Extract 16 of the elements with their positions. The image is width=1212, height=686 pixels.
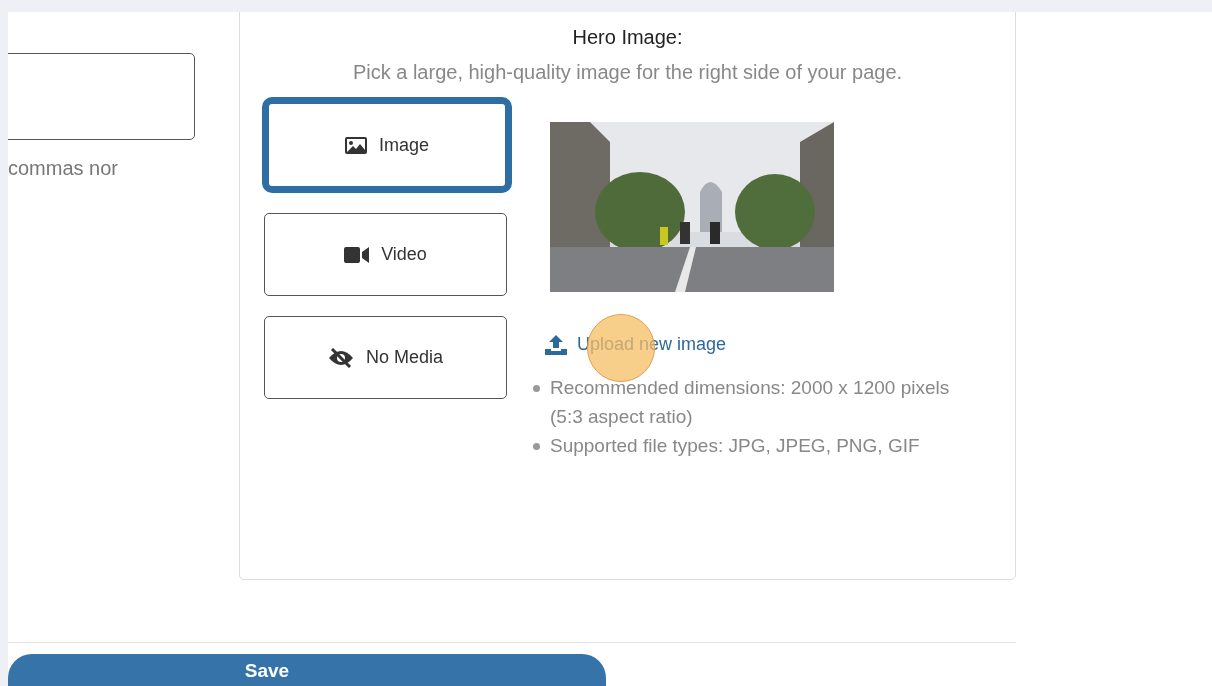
note-text: Recommended dimensions: 2000 x 1200 pixels (5:3 aspect ratio) bbox=[550, 376, 951, 429]
media-option[interactable]: Image bbox=[262, 97, 512, 193]
video-camera-icon bbox=[344, 246, 370, 263]
eye-slash-icon bbox=[327, 347, 354, 368]
section-subtitle: Pick a large, high-quality image for the right side of your page. bbox=[351, 61, 904, 84]
note-text: Supported file types: JPG, JPEG, PNG, GIF bbox=[550, 434, 920, 458]
image-icon bbox=[345, 136, 367, 154]
section-title: Hero Image: bbox=[571, 26, 684, 49]
save-button[interactable]: Save bbox=[8, 653, 606, 686]
media-option[interactable]: Video bbox=[264, 213, 507, 296]
text-field[interactable] bbox=[8, 53, 195, 140]
helper-text: commas nor bbox=[8, 157, 120, 180]
bullet-icon bbox=[533, 385, 540, 392]
upload-icon bbox=[545, 334, 567, 355]
media-option[interactable]: No Media bbox=[264, 316, 507, 399]
bullet-icon bbox=[533, 443, 540, 450]
